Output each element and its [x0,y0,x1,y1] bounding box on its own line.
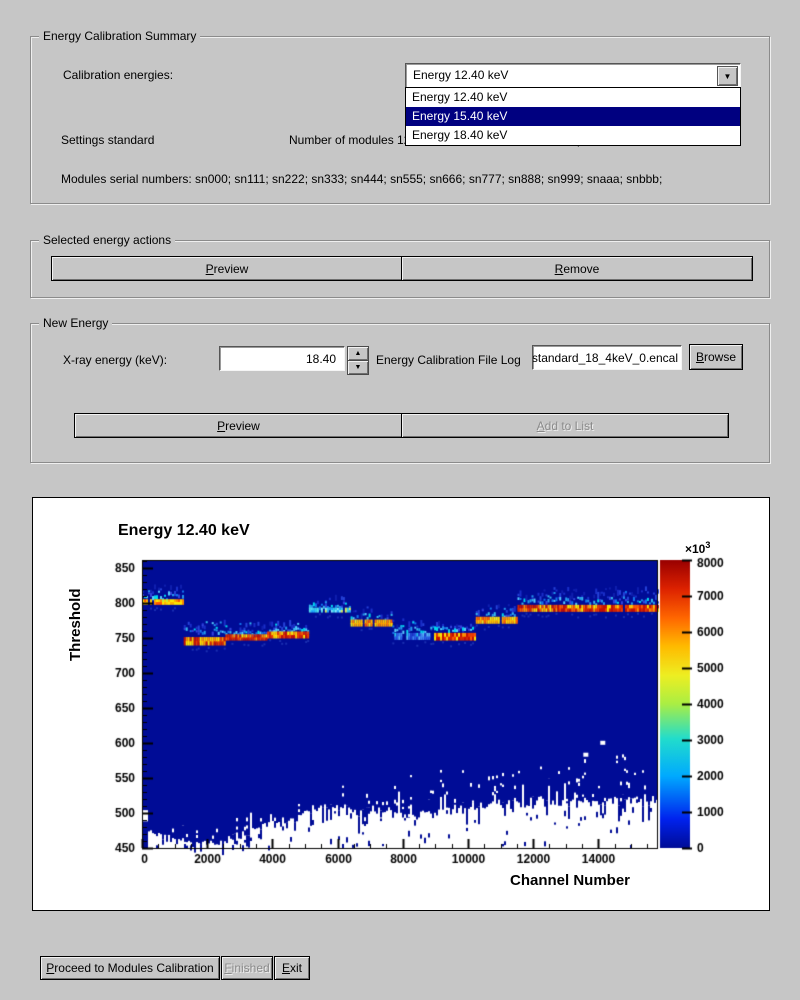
dropdown-item[interactable]: Energy 18.40 keV [406,126,740,145]
xray-energy-value: 18.40 [306,352,336,366]
calibration-energies-dropdown: Energy 12.40 keV Energy 15.40 keV Energy… [405,87,741,146]
plot-y-axis-label: Threshold [67,560,84,690]
calibration-energies-combobox[interactable]: Energy 12.40 keV ▼ [405,63,741,89]
plot-title: Energy 12.40 keV [118,522,250,540]
plot-panel: Energy 12.40 keV Threshold Channel Numbe… [32,497,770,911]
threshold-scan-histogram [33,498,769,910]
dropdown-item[interactable]: Energy 15.40 keV [406,107,740,126]
spin-up-button[interactable]: ▲ [347,346,369,361]
chevron-down-icon[interactable]: ▼ [717,66,738,86]
xray-energy-label: X-ray energy (keV): [63,353,167,367]
new-energy-group: New Energy X-ray energy (keV): 18.40 ▲ ▼… [30,323,770,463]
exit-button[interactable]: Exit [274,956,310,980]
remove-button[interactable]: Remove [401,256,753,281]
browse-button[interactable]: Browse [689,344,743,370]
calibration-energies-label: Calibration energies: [63,68,173,82]
add-to-list-button[interactable]: Add to List [401,413,729,438]
group-title: Selected energy actions [39,233,175,247]
group-title: Energy Calibration Summary [39,29,200,43]
dropdown-item[interactable]: Energy 12.40 keV [406,88,740,107]
plot-x-axis-label: Channel Number [470,872,670,889]
modules-serial-numbers-label: Modules serial numbers: sn000; sn111; sn… [61,172,662,186]
energy-calibration-summary-group: Energy Calibration Summary Calibration e… [30,36,770,204]
finished-button[interactable]: Finished [221,956,273,980]
file-log-label: Energy Calibration File Log [376,353,521,367]
file-log-field[interactable]: standard_18_4keV_0.encal [532,345,682,370]
preview-new-button[interactable]: Preview [74,413,403,438]
energy-calibration-window: Energy Calibration Summary Calibration e… [0,0,800,1000]
colorbar-exponent: ×103 [685,540,710,556]
file-log-value: standard_18_4keV_0.encal [532,351,678,365]
selected-energy-actions-group: Selected energy actions Preview Remove [30,240,770,298]
preview-selected-button[interactable]: Preview [51,256,403,281]
spin-down-button[interactable]: ▼ [347,360,369,375]
xray-energy-field[interactable]: 18.40 [219,346,345,371]
number-of-modules-label: Number of modules 12 [289,133,410,147]
proceed-to-modules-calibration-button[interactable]: Proceed to Modules Calibration [40,956,220,980]
combobox-value: Energy 12.40 keV [413,68,508,82]
group-title: New Energy [39,316,112,330]
settings-label: Settings standard [61,133,154,147]
